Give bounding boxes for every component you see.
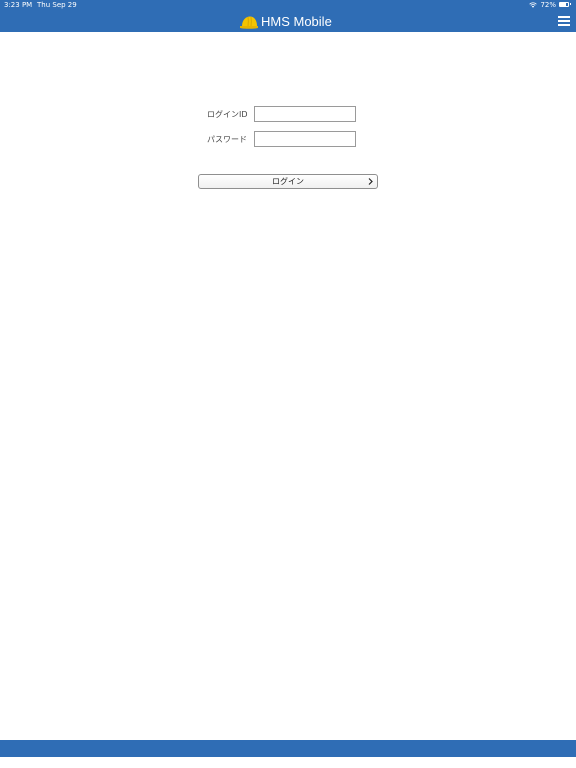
top-bar: 3:23 PM Thu Sep 29 72% HMS Mobile: [0, 0, 576, 32]
wifi-icon: [529, 2, 538, 8]
login-id-input[interactable]: [254, 106, 356, 122]
status-date: Thu Sep 29: [37, 1, 77, 9]
app-title-group: HMS Mobile: [240, 13, 332, 31]
helmet-icon: [240, 16, 258, 29]
battery-icon: [559, 2, 571, 8]
password-input[interactable]: [254, 131, 356, 147]
chevron-right-icon: [368, 178, 373, 185]
app-screen: 3:23 PM Thu Sep 29 72% HMS Mobile ログインID…: [0, 0, 576, 768]
bottom-bar: [0, 740, 576, 757]
login-id-label: ログインID: [207, 110, 248, 119]
login-button[interactable]: ログイン: [198, 174, 378, 189]
status-indicators: 72%: [529, 1, 571, 9]
status-time: 3:23 PM: [4, 1, 33, 9]
battery-percent: 72%: [540, 1, 556, 9]
battery-level-fill: [560, 3, 566, 6]
hamburger-menu-icon[interactable]: [558, 15, 570, 27]
login-button-label: ログイン: [272, 177, 304, 186]
password-label: パスワード: [207, 135, 247, 144]
app-title: HMS Mobile: [261, 14, 332, 29]
